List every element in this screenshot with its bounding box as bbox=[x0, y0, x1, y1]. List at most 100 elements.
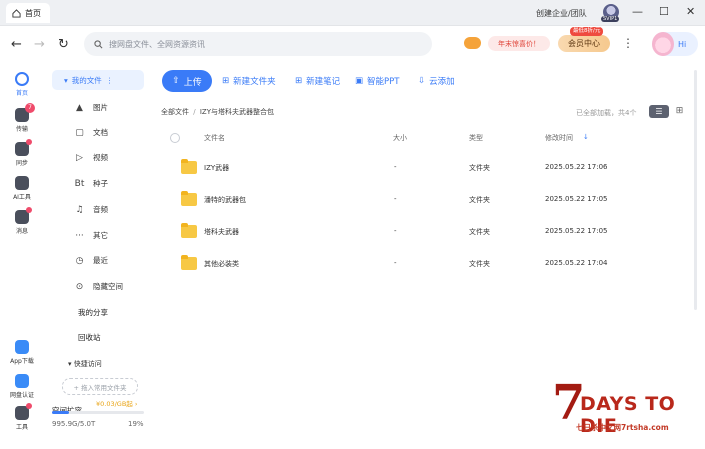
sidebar-item-label: 文档 bbox=[93, 128, 108, 137]
column-name[interactable]: 文件名 bbox=[204, 133, 225, 143]
scrollbar[interactable] bbox=[694, 70, 697, 310]
svip-badge: SVIP1 bbox=[601, 16, 620, 22]
sidebar-item-other[interactable]: ··· 其它 bbox=[74, 230, 108, 241]
video-icon: ▷ bbox=[76, 152, 83, 163]
notify-dot bbox=[26, 139, 32, 145]
rail-item-app-download[interactable]: App下载 bbox=[0, 340, 44, 365]
ai-icon bbox=[15, 176, 29, 190]
file-name[interactable]: IZY武器 bbox=[204, 163, 229, 173]
table-row[interactable]: 塔科夫武器 - 文件夹 2025.05.22 17:05 bbox=[162, 217, 682, 247]
more-vertical-icon[interactable]: ⋮ bbox=[106, 76, 114, 85]
storage-progress-fill bbox=[52, 411, 70, 414]
hidden-space-icon: ⊙ bbox=[75, 281, 84, 292]
smart-ppt-button[interactable]: ▣ 智能PPT bbox=[355, 75, 399, 87]
rail-item-ai-tools[interactable]: AI工具 bbox=[0, 176, 44, 201]
more-menu-button[interactable]: ⋮ bbox=[622, 36, 634, 50]
note-icon: ⊞ bbox=[295, 76, 303, 86]
create-team-link[interactable]: 创建企业/团队 bbox=[536, 8, 587, 19]
list-view-toggle[interactable]: ☰ bbox=[649, 105, 669, 118]
tab-home[interactable]: 首页 bbox=[6, 3, 50, 23]
rail-item-home[interactable]: 首页 bbox=[0, 72, 44, 97]
rail-item-label: 工具 bbox=[15, 424, 28, 431]
rail-item-messages[interactable]: 消息 bbox=[0, 207, 44, 235]
sidebar-item-label: 视频 bbox=[93, 153, 108, 162]
minimize-button[interactable]: — bbox=[632, 6, 643, 18]
close-button[interactable]: ✕ bbox=[686, 6, 695, 18]
new-note-button[interactable]: ⊞ 新建笔记 bbox=[295, 75, 340, 87]
download-icon: ⇩ bbox=[418, 76, 426, 86]
loaded-status: 已全部加载，共4个 bbox=[576, 109, 637, 117]
breadcrumb-root[interactable]: 全部文件 bbox=[161, 108, 189, 116]
new-folder-button[interactable]: ⊞ 新建文件夹 bbox=[222, 75, 276, 87]
sidebar-item-recent[interactable]: ◷ 最近 bbox=[74, 255, 108, 266]
sidebar-item-label: 我的文件 bbox=[71, 75, 102, 85]
ppt-icon: ▣ bbox=[355, 76, 364, 86]
upload-icon: ⇧ bbox=[172, 76, 180, 86]
rail-item-sync[interactable]: 同步 bbox=[0, 139, 44, 167]
back-button[interactable]: ← bbox=[11, 38, 22, 52]
sidebar-item-label: 隐藏空间 bbox=[93, 282, 123, 291]
quick-access-label: 快捷访问 bbox=[73, 360, 102, 368]
verify-icon bbox=[15, 374, 29, 388]
sidebar-item-my-files[interactable]: ▾ 我的文件 ⋮ bbox=[52, 70, 144, 90]
table-row[interactable]: 其他必装类 - 文件夹 2025.05.22 17:04 bbox=[162, 249, 682, 279]
file-size: - bbox=[394, 195, 397, 203]
column-type[interactable]: 类型 bbox=[469, 133, 483, 143]
gamepad-icon[interactable] bbox=[464, 37, 481, 49]
title-bar: 首页 创建企业/团队 SVIP1 — ☐ ✕ bbox=[0, 0, 705, 26]
sidebar-item-label: 图片 bbox=[93, 103, 108, 112]
rail-item-verify[interactable]: 网盘认证 bbox=[0, 374, 44, 399]
refresh-button[interactable]: ↻ bbox=[58, 38, 69, 52]
breadcrumb-separator: / bbox=[193, 108, 196, 116]
sidebar-item-label: 最近 bbox=[93, 256, 108, 265]
column-mtime[interactable]: 修改时间 bbox=[545, 133, 573, 143]
chevron-down-icon: ▾ bbox=[64, 75, 68, 85]
upload-button[interactable]: ⇧ 上传 bbox=[162, 70, 212, 92]
select-all-checkbox[interactable] bbox=[170, 133, 180, 143]
sidebar-item-images[interactable]: ▲ 图片 bbox=[74, 102, 108, 113]
vip-center-button[interactable]: 会员中心 bbox=[558, 35, 610, 52]
new-folder-icon: ⊞ bbox=[222, 76, 230, 86]
home-icon bbox=[12, 8, 21, 18]
file-type: 文件夹 bbox=[469, 260, 490, 268]
storage-percent: 19% bbox=[128, 420, 144, 428]
breadcrumb: 全部文件 / IZY与塔科夫武器整合包 bbox=[161, 107, 274, 117]
sidebar-item-hidden-space[interactable]: ⊙ 隐藏空间 bbox=[74, 281, 123, 292]
forward-button[interactable]: → bbox=[34, 38, 45, 52]
storage-price[interactable]: ¥0.03/GB起 › bbox=[96, 398, 137, 408]
quick-access-header[interactable]: ▾ 快捷访问 bbox=[68, 359, 102, 369]
folder-icon bbox=[181, 255, 197, 270]
rail-item-transfer[interactable]: 7 传输 bbox=[0, 103, 44, 133]
more-icon: ··· bbox=[75, 230, 84, 241]
rail-item-tools[interactable]: 工具 bbox=[0, 403, 44, 431]
sidebar-item-videos[interactable]: ▷ 视频 bbox=[74, 152, 108, 163]
new-folder-label: 新建文件夹 bbox=[233, 77, 276, 87]
sidebar-item-docs[interactable]: ▢ 文档 bbox=[74, 127, 108, 138]
table-row[interactable]: 潘特的武器包 - 文件夹 2025.05.22 17:05 bbox=[162, 185, 682, 215]
sync-icon bbox=[15, 139, 32, 156]
column-size[interactable]: 大小 bbox=[393, 133, 407, 143]
grid-view-toggle[interactable]: ⊞ bbox=[673, 105, 686, 118]
cloud-add-button[interactable]: ⇩ 云添加 bbox=[418, 75, 455, 87]
list-icon: ☰ bbox=[655, 107, 663, 116]
document-icon: ▢ bbox=[75, 127, 84, 138]
smart-ppt-label: 智能PPT bbox=[367, 77, 400, 87]
file-name[interactable]: 潘特的武器包 bbox=[204, 195, 246, 205]
table-row[interactable]: IZY武器 - 文件夹 2025.05.22 17:06 bbox=[162, 153, 682, 183]
rail-item-label: 网盘认证 bbox=[9, 392, 34, 399]
sidebar-item-audio[interactable]: ♫ 音频 bbox=[74, 204, 108, 215]
sidebar-item-recycle-bin[interactable]: 回收站 bbox=[78, 332, 101, 343]
storage-panel[interactable]: 空间扩容 ¥0.03/GB起 › 995.9G/5.0T 19% bbox=[52, 398, 144, 428]
storage-progress-bar bbox=[52, 411, 144, 414]
file-name[interactable]: 塔科夫武器 bbox=[204, 227, 239, 237]
sort-desc-icon[interactable]: ↓ bbox=[583, 133, 589, 141]
search-input[interactable]: 搜网盘文件、全网资源资讯 bbox=[84, 32, 432, 56]
sidebar-item-my-share[interactable]: 我的分享 bbox=[78, 307, 108, 318]
sidebar-item-torrents[interactable]: Bt 种子 bbox=[74, 178, 108, 189]
promo-button[interactable]: 年末惊喜价！ bbox=[488, 36, 550, 51]
rail-item-label: App下载 bbox=[10, 358, 34, 365]
add-common-folder-button[interactable]: + 拖入常用文件夹 bbox=[62, 378, 138, 395]
maximize-button[interactable]: ☐ bbox=[659, 6, 669, 18]
file-type: 文件夹 bbox=[469, 228, 490, 236]
file-name[interactable]: 其他必装类 bbox=[204, 259, 239, 269]
